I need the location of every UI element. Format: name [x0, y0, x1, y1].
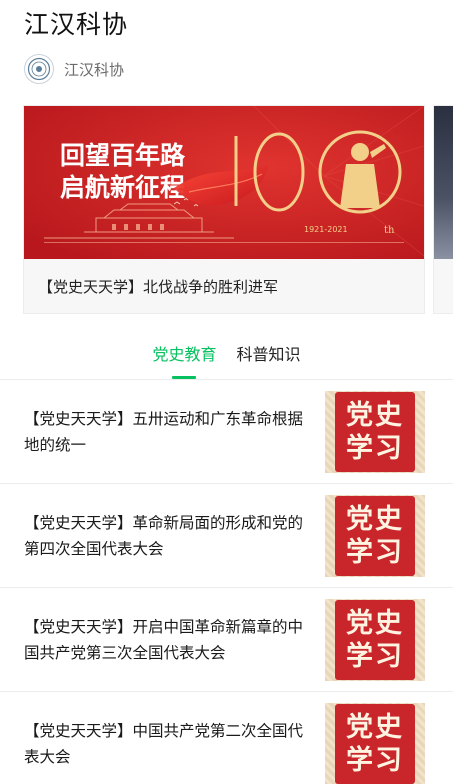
- article-title[interactable]: 【党史天天学】中国共产党第二次全国代表大会: [24, 718, 304, 770]
- thumbnail-line2: 学习: [346, 536, 404, 568]
- thumbnail-line1: 党史: [346, 503, 404, 535]
- article-thumbnail[interactable]: 党史 学习: [325, 390, 425, 473]
- banner-headline-line1: 回望百年路: [60, 141, 186, 170]
- page: 江汉科协 江汉科协 回望百年路 启航新征程 1921-2021 th 【党史天天…: [0, 0, 453, 784]
- thumbnail-badge: 党史 学习: [335, 391, 415, 472]
- list-item[interactable]: 【党史天天学】中国共产党第二次全国代表大会 党史 学习: [0, 692, 453, 784]
- account-row[interactable]: 江汉科协: [24, 54, 429, 84]
- article-thumbnail[interactable]: 党史 学习: [325, 494, 425, 577]
- article-title[interactable]: 【党史天天学】革命新局面的形成和党的第四次全国代表大会: [24, 510, 304, 562]
- banner-carousel[interactable]: 回望百年路 启航新征程 1921-2021 th 【党史天天学】北伐战争的胜利进…: [0, 92, 453, 320]
- thumbnail-badge: 党史 学习: [335, 599, 415, 680]
- banner-years: 1921-2021: [304, 225, 348, 234]
- organization-seal-icon[interactable]: [24, 54, 54, 84]
- list-item[interactable]: 【党史天天学】五卅运动和广东革命根据地的统一 党史 学习: [0, 380, 453, 484]
- banner-image[interactable]: 回望百年路 启航新征程 1921-2021 th: [24, 106, 424, 259]
- banner-headline-line2: 启航新征程: [60, 173, 185, 202]
- list-item[interactable]: 【党史天天学】开启中国革命新篇章的中国共产党第三次全国代表大会 党史 学习: [0, 588, 453, 692]
- thumbnail-line2: 学习: [346, 640, 404, 672]
- banner-card[interactable]: 回望百年路 启航新征程 1921-2021 th 【党史天天学】北伐战争的胜利进…: [24, 106, 424, 313]
- thumbnail-badge: 党史 学习: [335, 495, 415, 576]
- header: 江汉科协 江汉科协: [0, 0, 453, 92]
- article-thumbnail[interactable]: 党史 学习: [325, 598, 425, 681]
- thumbnail-line1: 党史: [346, 399, 404, 431]
- banner-suffix: th: [384, 225, 395, 236]
- page-title: 江汉科协: [24, 10, 129, 39]
- tab-party-history[interactable]: 党史教育: [152, 341, 217, 379]
- article-list: 【党史天天学】五卅运动和广东革命根据地的统一 党史 学习 【党史天天学】革命新局…: [0, 380, 453, 784]
- article-thumbnail[interactable]: 党史 学习: [325, 702, 425, 784]
- thumbnail-line2: 学习: [346, 432, 404, 464]
- article-title[interactable]: 【党史天天学】五卅运动和广东革命根据地的统一: [24, 406, 304, 458]
- category-tabs: 党史教育 科普知识: [0, 320, 453, 380]
- thumbnail-line2: 学习: [346, 744, 404, 776]
- thumbnail-line1: 党史: [346, 711, 404, 743]
- thumbnail-line1: 党史: [346, 607, 404, 639]
- article-title[interactable]: 【党史天天学】开启中国革命新篇章的中国共产党第三次全国代表大会: [24, 614, 304, 666]
- thumbnail-badge: 党史 学习: [335, 703, 415, 784]
- list-item[interactable]: 【党史天天学】革命新局面的形成和党的第四次全国代表大会 党史 学习: [0, 484, 453, 588]
- next-banner-image[interactable]: [434, 106, 453, 259]
- tab-science[interactable]: 科普知识: [237, 341, 301, 379]
- banner-caption[interactable]: 【党史天天学】北伐战争的胜利进军: [24, 259, 424, 313]
- next-banner-card[interactable]: [434, 106, 453, 313]
- account-name[interactable]: 江汉科协: [64, 59, 124, 80]
